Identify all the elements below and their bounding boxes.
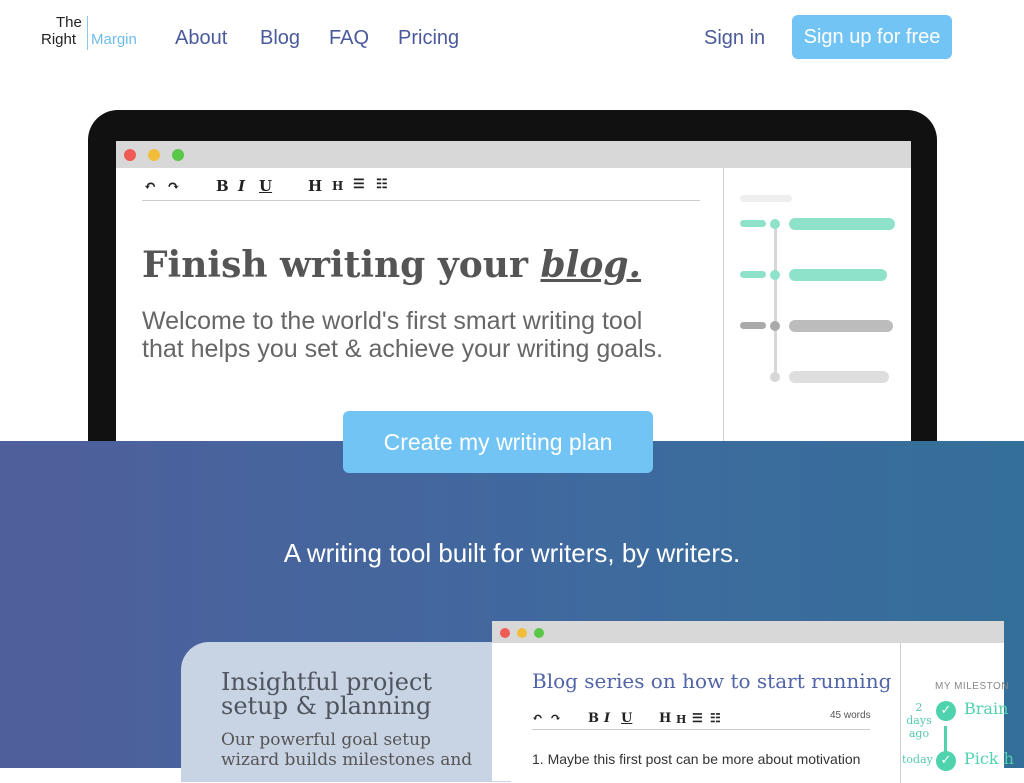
underline-icon: U	[621, 711, 633, 726]
toolbar-divider	[142, 200, 700, 201]
timeline-bar	[789, 218, 895, 230]
bold-icon: B	[588, 711, 599, 726]
timeline-bar	[789, 320, 893, 332]
sidebar-divider	[900, 643, 901, 783]
nav-about-link[interactable]: About	[175, 27, 227, 50]
undo-icon: ↶	[532, 711, 543, 726]
timeline-dot	[770, 270, 780, 280]
close-dot-icon	[500, 628, 510, 638]
numbered-list-icon: ☷	[376, 177, 388, 192]
feature-card: Insightful project setup & planning Our …	[181, 642, 511, 782]
nav-faq-link[interactable]: FAQ	[329, 27, 369, 50]
heading2-icon: H	[676, 713, 687, 726]
timeline-heading-pill	[740, 195, 792, 202]
italic-icon: I	[604, 711, 611, 726]
timeline-dot	[770, 372, 780, 382]
undo-icon: ↶	[144, 177, 157, 195]
heading1-icon: H	[659, 711, 672, 726]
bullet-list-icon: ☰	[353, 177, 365, 192]
numbered-list-icon: ☷	[710, 711, 721, 725]
feature-card-description: Our powerful goal setup wizard builds mi…	[221, 730, 473, 770]
minimize-dot-icon	[517, 628, 527, 638]
hero-heading-emphasis: blog.	[540, 244, 642, 286]
logo-text-the: The	[56, 14, 82, 31]
word-count: 45 words	[830, 710, 871, 721]
document-title: Blog series on how to start running	[532, 669, 892, 693]
maximize-dot-icon	[534, 628, 544, 638]
feature-card-title: Insightful project setup & planning	[221, 668, 433, 720]
app-preview-window: Blog series on how to start running ↶ ↷ …	[492, 621, 1014, 783]
bold-icon: B	[216, 177, 229, 195]
create-plan-button[interactable]: Create my writing plan	[343, 411, 653, 473]
logo-text-right: Right	[41, 31, 77, 48]
minimize-dot-icon	[148, 149, 160, 161]
sign-in-link[interactable]: Sign in	[704, 27, 765, 50]
logo-cursor-mark	[87, 16, 90, 50]
timeline-bar	[789, 371, 889, 383]
brand-logo[interactable]: The Right Margin	[40, 14, 150, 52]
preview-titlebar	[492, 621, 1004, 643]
nav-blog-link[interactable]: Blog	[260, 27, 300, 50]
timeline-tick	[740, 322, 766, 329]
timeline-tick	[740, 271, 766, 278]
redo-icon: ↷	[167, 177, 180, 195]
redo-icon: ↷	[550, 711, 561, 726]
timeline-line	[774, 225, 777, 375]
milestone-title: Pick h	[964, 749, 1014, 768]
toolbar-divider	[532, 729, 870, 730]
maximize-dot-icon	[172, 149, 184, 161]
timeline-dot	[770, 219, 780, 229]
bullet-list-icon: ☰	[692, 711, 703, 725]
section-tagline: A writing tool built for writers, by wri…	[283, 538, 741, 568]
check-icon: ✓	[936, 751, 956, 771]
timeline-dot	[770, 321, 780, 331]
hero-heading-text: Finish writing your	[142, 244, 541, 286]
underline-icon: U	[259, 177, 273, 195]
sign-up-button[interactable]: Sign up for free	[792, 15, 952, 59]
check-icon: ✓	[936, 701, 956, 721]
milestone-ago-label: 2 days ago	[906, 701, 932, 740]
heading1-icon: H	[308, 177, 323, 195]
hero-heading: Finish writing your blog.	[142, 244, 641, 286]
timeline-tick	[740, 220, 766, 227]
italic-icon: I	[238, 177, 246, 195]
milestone-title: Brain	[964, 699, 1009, 718]
laptop-screen: ↶ ↷ B I U H H ☰ ☷ Finish writing your bl…	[116, 141, 911, 441]
close-dot-icon	[124, 149, 136, 161]
timeline-bar	[789, 269, 887, 281]
window-titlebar	[116, 141, 911, 168]
nav-pricing-link[interactable]: Pricing	[398, 27, 459, 50]
sidebar-divider	[723, 168, 724, 441]
milestones-heading: MY MILESTON	[935, 681, 1010, 692]
milestone-connector	[944, 726, 947, 754]
hero-subtext: Welcome to the world's first smart writi…	[142, 307, 664, 363]
document-line: 1. Maybe this first post can be more abo…	[532, 751, 861, 767]
milestone-today-label: today	[902, 753, 933, 766]
logo-text-margin: Margin	[91, 31, 137, 48]
heading2-icon: H	[332, 179, 344, 193]
